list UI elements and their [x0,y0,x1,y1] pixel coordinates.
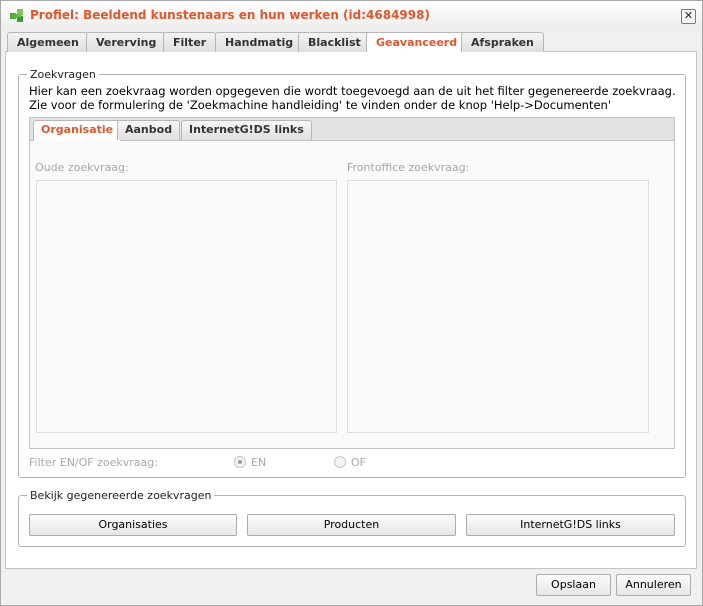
frontoffice-zoekvraag-textarea[interactable] [347,180,649,433]
radio-of-label: OF [351,456,366,469]
zoekvragen-description: Hier kan een zoekvraag worden opgegeven … [29,84,676,112]
generated-queries-legend: Bekijk gegenereerde zoekvragen [27,489,215,502]
generated-queries-group: Bekijk gegenereerde zoekvragen Organisat… [18,489,686,547]
close-icon: ✕ [683,9,694,22]
cancel-button[interactable]: Annuleren [616,574,691,596]
tab-panel-geavanceerd: Zoekvragen Hier kan een zoekvraag worden… [5,52,697,569]
internetgids-links-button[interactable]: InternetG!DS links [466,514,675,536]
window-title: Profiel: Beeldend kunstenaars en hun wer… [30,8,430,22]
title-bar: Profiel: Beeldend kunstenaars en hun wer… [1,1,702,31]
tab-afspraken[interactable]: Afspraken [461,32,544,53]
filter-en-of-label: Filter EN/OF zoekvraag: [29,456,158,469]
tab-algemeen[interactable]: Algemeen [7,32,89,53]
tab-filter[interactable]: Filter [163,32,217,53]
close-button[interactable]: ✕ [681,9,696,24]
zoekvragen-legend: Zoekvragen [27,68,99,81]
oude-zoekvraag-label: Oude zoekvraag: [35,161,129,174]
radio-en[interactable] [234,456,246,468]
profile-dialog: Profiel: Beeldend kunstenaars en hun wer… [0,0,703,606]
tab-vererving[interactable]: Vererving [86,32,167,53]
organisaties-button[interactable]: Organisaties [29,514,237,536]
subtab-aanbod[interactable]: Aanbod [117,120,181,140]
tab-handmatig[interactable]: Handmatig [215,32,304,53]
save-button[interactable]: Opslaan [536,574,611,596]
main-tabs: Algemeen Vererving Filter Handmatig Blac… [5,31,697,54]
radio-en-label: EN [251,456,267,469]
subtab-internetgids-links[interactable]: InternetG!DS links [181,120,312,140]
oude-zoekvraag-textarea[interactable] [36,180,337,433]
tab-geavanceerd[interactable]: Geavanceerd [366,32,468,54]
subtab-organisatie[interactable]: Organisatie [33,120,122,141]
zoekvragen-group: Zoekvragen Hier kan een zoekvraag worden… [18,68,686,478]
frontoffice-zoekvraag-label: Frontoffice zoekvraag: [347,161,470,174]
radio-of[interactable] [334,456,346,468]
producten-button[interactable]: Producten [247,514,456,536]
tab-blacklist[interactable]: Blacklist [298,32,371,53]
sub-tabs: Organisatie Aanbod InternetG!DS links [29,117,675,141]
puzzle-icon [10,9,23,22]
subtab-panel-organisatie: Oude zoekvraag: Frontoffice zoekvraag: [29,141,675,449]
